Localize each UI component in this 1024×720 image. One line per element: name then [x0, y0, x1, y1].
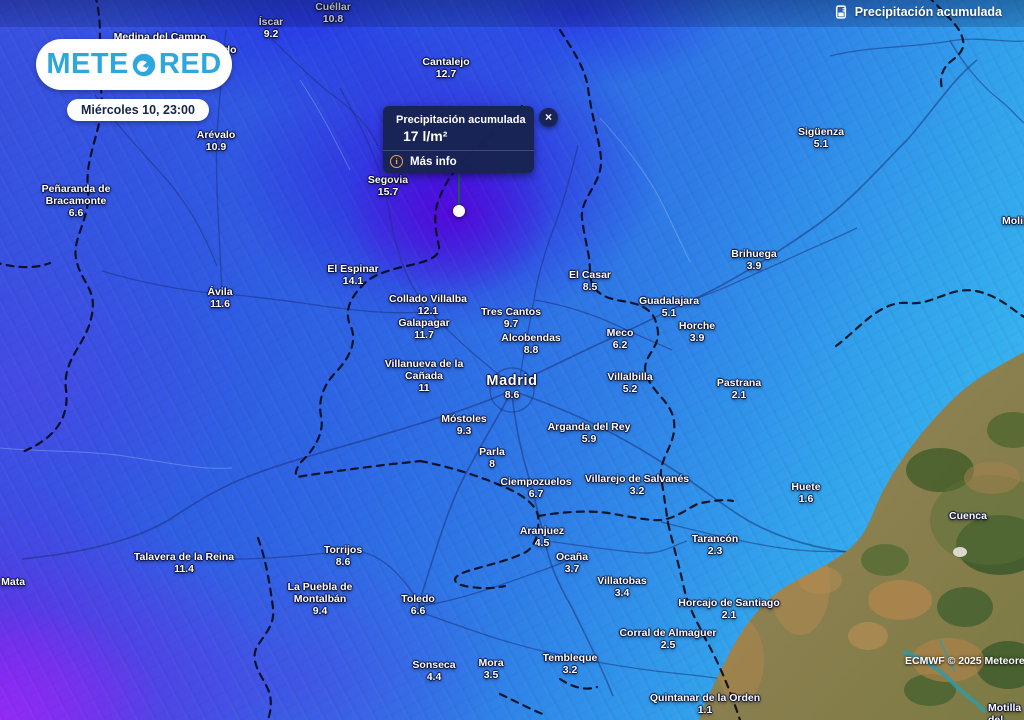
meteored-logo: METE RED: [36, 39, 232, 90]
legend-label: Precipitación acumulada: [855, 5, 1002, 19]
logo-text-left: METE: [46, 48, 129, 81]
more-info-label: Más info: [410, 156, 457, 168]
layer-legend: Precipitación acumulada: [834, 5, 1002, 19]
river-lines: [0, 80, 690, 468]
logo-text-right: RED: [159, 48, 222, 81]
gauge-o-icon: [131, 52, 157, 78]
datetime-badge: Miércoles 10, 23:00: [67, 99, 209, 121]
attribution-text: ECMWF © 2025 Meteored: [905, 655, 1024, 667]
map-popup: Precipitación acumulada 17 l/m² i Más in…: [383, 106, 534, 173]
popup-close-button[interactable]: ×: [539, 108, 558, 127]
popup-title: Precipitación acumulada: [396, 114, 526, 126]
popup-value: 17 l/m²: [383, 127, 534, 150]
map-marker[interactable]: [453, 205, 465, 217]
rain-gauge-icon: [834, 5, 848, 19]
info-icon: i: [390, 155, 403, 168]
more-info-button[interactable]: i Más info: [383, 150, 534, 173]
weather-map-canvas[interactable]: Cuéllar10.8Íscar9.2Medina del CampoOlmed…: [0, 0, 1024, 720]
